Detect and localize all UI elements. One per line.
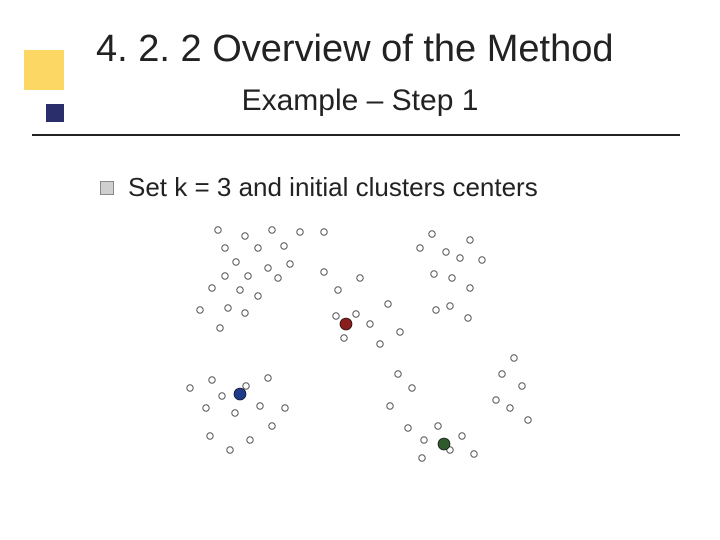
slide-title: 4. 2. 2 Overview of the Method bbox=[96, 28, 614, 71]
data-point bbox=[447, 303, 453, 309]
slide: 4. 2. 2 Overview of the Method Example –… bbox=[0, 0, 720, 540]
data-point bbox=[417, 245, 423, 251]
data-point bbox=[429, 231, 435, 237]
data-point bbox=[409, 385, 415, 391]
data-point bbox=[187, 385, 193, 391]
data-point bbox=[242, 233, 248, 239]
data-point bbox=[471, 451, 477, 457]
data-point bbox=[465, 315, 471, 321]
data-point bbox=[269, 423, 275, 429]
data-point bbox=[232, 410, 238, 416]
data-point bbox=[197, 307, 203, 313]
data-point bbox=[215, 227, 221, 233]
center-green bbox=[438, 438, 450, 450]
data-point bbox=[397, 329, 403, 335]
data-point bbox=[227, 447, 233, 453]
data-point bbox=[377, 341, 383, 347]
data-point bbox=[353, 311, 359, 317]
data-point bbox=[242, 310, 248, 316]
data-point bbox=[467, 237, 473, 243]
data-point bbox=[367, 321, 373, 327]
data-point bbox=[225, 305, 231, 311]
data-point bbox=[255, 245, 261, 251]
data-point bbox=[357, 275, 363, 281]
data-point bbox=[421, 437, 427, 443]
bullet-text: Set k = 3 and initial clusters centers bbox=[128, 172, 538, 203]
data-point bbox=[433, 307, 439, 313]
data-point bbox=[443, 249, 449, 255]
data-point bbox=[395, 371, 401, 377]
data-point bbox=[233, 259, 239, 265]
data-point bbox=[321, 269, 327, 275]
bullet-row: Set k = 3 and initial clusters centers bbox=[100, 172, 538, 203]
data-point bbox=[203, 405, 209, 411]
center-blue bbox=[234, 388, 246, 400]
data-point bbox=[387, 403, 393, 409]
data-point bbox=[519, 383, 525, 389]
data-point bbox=[525, 417, 531, 423]
data-point bbox=[275, 275, 281, 281]
data-point bbox=[333, 313, 339, 319]
data-point bbox=[257, 403, 263, 409]
data-point bbox=[281, 243, 287, 249]
data-point bbox=[255, 293, 261, 299]
data-point bbox=[237, 287, 243, 293]
data-point bbox=[499, 371, 505, 377]
data-point bbox=[245, 273, 251, 279]
slide-subtitle: Example – Step 1 bbox=[0, 84, 720, 118]
data-point bbox=[209, 285, 215, 291]
data-point bbox=[493, 397, 499, 403]
data-point bbox=[222, 273, 228, 279]
data-point bbox=[269, 227, 275, 233]
data-point bbox=[479, 257, 485, 263]
data-point bbox=[297, 229, 303, 235]
data-point bbox=[217, 325, 223, 331]
data-point bbox=[265, 265, 271, 271]
data-point bbox=[287, 261, 293, 267]
data-point bbox=[207, 433, 213, 439]
center-red bbox=[340, 318, 352, 330]
data-points bbox=[187, 227, 531, 461]
data-point bbox=[219, 393, 225, 399]
data-point bbox=[209, 377, 215, 383]
data-point bbox=[419, 455, 425, 461]
data-point bbox=[457, 255, 463, 261]
data-point bbox=[243, 383, 249, 389]
data-point bbox=[282, 405, 288, 411]
data-point bbox=[459, 433, 465, 439]
data-point bbox=[431, 271, 437, 277]
title-underline bbox=[32, 134, 680, 136]
data-point bbox=[247, 437, 253, 443]
data-point bbox=[511, 355, 517, 361]
data-point bbox=[265, 375, 271, 381]
data-point bbox=[321, 229, 327, 235]
data-point bbox=[222, 245, 228, 251]
data-point bbox=[467, 285, 473, 291]
scatter-plot bbox=[150, 218, 550, 478]
data-point bbox=[435, 423, 441, 429]
data-point bbox=[507, 405, 513, 411]
data-point bbox=[335, 287, 341, 293]
data-point bbox=[449, 275, 455, 281]
data-point bbox=[341, 335, 347, 341]
data-point bbox=[405, 425, 411, 431]
data-point bbox=[385, 301, 391, 307]
bullet-icon bbox=[100, 181, 114, 195]
